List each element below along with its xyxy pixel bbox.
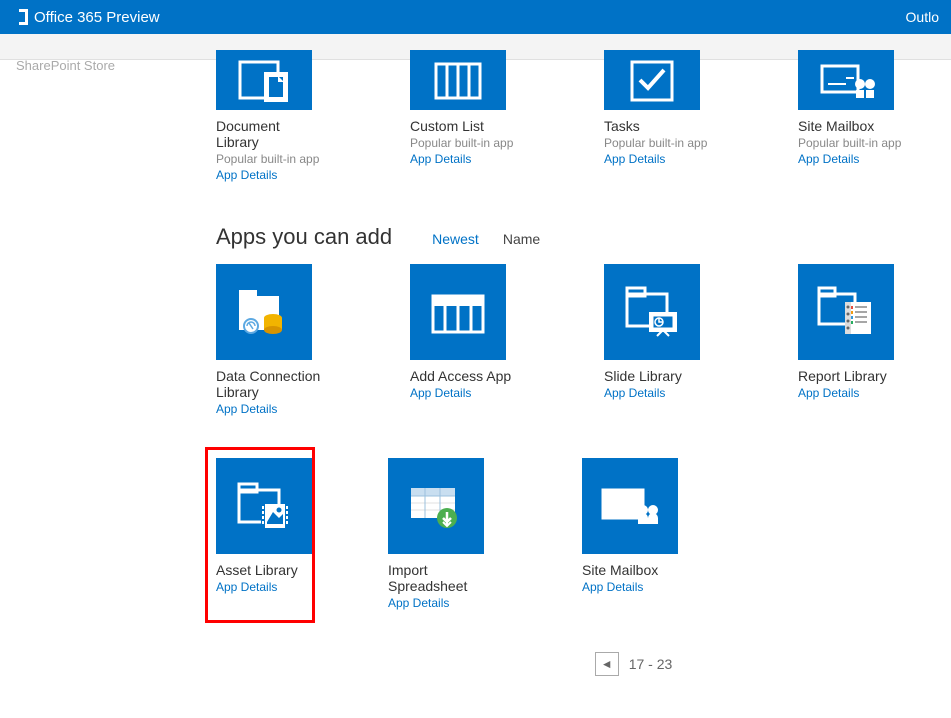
prev-page-button[interactable]: ◄: [595, 652, 619, 676]
tile-title: Slide Library: [604, 368, 714, 384]
app-tile-slide-library[interactable]: Slide Library App Details: [604, 264, 714, 418]
popular-apps-row: Document Library Popular built-in app Ap…: [216, 50, 931, 184]
tile-title: Site Mailbox: [798, 118, 908, 134]
site-mailbox-icon: [582, 458, 678, 554]
left-sidebar: SharePoint Store: [0, 60, 180, 716]
report-library-icon: [798, 264, 894, 360]
app-tile-document-library[interactable]: Document Library Popular built-in app Ap…: [216, 50, 326, 184]
tile-subtitle: Popular built-in app: [604, 136, 714, 150]
app-details-link[interactable]: App Details: [582, 580, 643, 594]
tile-title: Custom List: [410, 118, 520, 134]
tile-title: Add Access App: [410, 368, 520, 384]
app-tile-report-library[interactable]: Report Library App Details: [798, 264, 908, 418]
app-tile-data-connection-library[interactable]: Data Connection Library App Details: [216, 264, 326, 418]
app-details-link[interactable]: App Details: [410, 152, 471, 166]
pagination: ◄ 17 - 23: [216, 652, 931, 676]
app-details-link[interactable]: App Details: [216, 402, 277, 416]
add-access-app-icon: [410, 264, 506, 360]
import-spreadsheet-icon: [388, 458, 484, 554]
header-brand: Office 365 Preview: [12, 9, 160, 26]
apps-row-1: Data Connection Library App Details Add …: [216, 264, 931, 418]
tile-subtitle: Popular built-in app: [798, 136, 908, 150]
top-header: Office 365 Preview Outlo: [0, 0, 951, 34]
app-details-link[interactable]: App Details: [410, 386, 471, 400]
main-content: Document Library Popular built-in app Ap…: [180, 60, 951, 716]
tile-title: Import Spreadsheet: [388, 562, 498, 594]
document-library-icon: [216, 50, 312, 110]
apps-section-header: Apps you can add Newest Name: [216, 224, 931, 250]
app-tile-tasks[interactable]: Tasks Popular built-in app App Details: [604, 50, 714, 184]
page-range-label: 17 - 23: [629, 656, 673, 672]
section-title: Apps you can add: [216, 224, 392, 250]
tile-title: Report Library: [798, 368, 908, 384]
tile-title: Data Connection Library: [216, 368, 326, 400]
data-connection-library-icon: [216, 264, 312, 360]
app-tile-custom-list[interactable]: Custom List Popular built-in app App Det…: [410, 50, 520, 184]
app-details-link[interactable]: App Details: [604, 386, 665, 400]
tile-title: Site Mailbox: [582, 562, 692, 578]
app-details-link[interactable]: App Details: [388, 596, 449, 610]
site-mailbox-icon: [798, 50, 894, 110]
header-nav-link[interactable]: Outlo: [906, 9, 939, 25]
tile-title: Asset Library: [216, 562, 304, 578]
tile-title: Tasks: [604, 118, 714, 134]
app-tile-site-mailbox-2[interactable]: Site Mailbox App Details: [582, 458, 692, 612]
sort-newest-link[interactable]: Newest: [432, 231, 479, 247]
sort-links: Newest Name: [432, 231, 540, 247]
tile-subtitle: Popular built-in app: [216, 152, 326, 166]
tasks-icon: [604, 50, 700, 110]
sidebar-item-store[interactable]: SharePoint Store: [16, 58, 164, 73]
asset-library-icon: [216, 458, 312, 554]
app-tile-add-access-app[interactable]: Add Access App App Details: [410, 264, 520, 418]
app-details-link[interactable]: App Details: [798, 152, 859, 166]
app-details-link[interactable]: App Details: [216, 168, 277, 182]
app-tile-import-spreadsheet[interactable]: Import Spreadsheet App Details: [388, 458, 498, 612]
apps-row-2: Asset Library App Details Import Spreads…: [216, 458, 931, 612]
tile-subtitle: Popular built-in app: [410, 136, 520, 150]
tile-title: Document Library: [216, 118, 326, 150]
slide-library-icon: [604, 264, 700, 360]
custom-list-icon: [410, 50, 506, 110]
app-tile-asset-library[interactable]: Asset Library App Details: [205, 447, 315, 623]
sort-name-link[interactable]: Name: [503, 231, 540, 247]
app-details-link[interactable]: App Details: [216, 580, 277, 594]
office-logo-icon: [12, 9, 28, 25]
app-tile-site-mailbox[interactable]: Site Mailbox Popular built-in app App De…: [798, 50, 908, 184]
brand-title: Office 365 Preview: [34, 9, 160, 26]
app-details-link[interactable]: App Details: [604, 152, 665, 166]
app-details-link[interactable]: App Details: [798, 386, 859, 400]
